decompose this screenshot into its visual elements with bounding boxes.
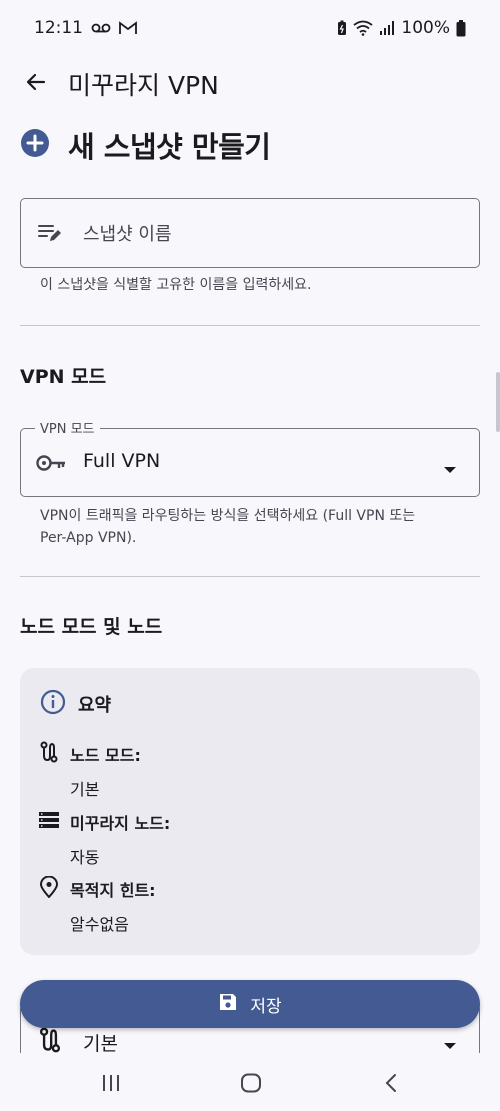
divider (20, 576, 480, 577)
route-icon (38, 741, 60, 767)
summary-row-node: 미꾸라지 노드: 자동 (38, 809, 170, 868)
vpn-mode-helper: VPN이 트래픽을 라우팅하는 방식을 선택하세요 (Full VPN 또는 P… (40, 505, 415, 549)
signal-icon (379, 20, 395, 36)
system-nav-bar (0, 1053, 500, 1111)
server-list-icon (38, 809, 60, 835)
vpn-mode-helper-line2: Per-App VPN). (40, 530, 137, 546)
summary-row-node-mode: 노드 모드: 기본 (38, 741, 141, 800)
key-icon (35, 451, 67, 479)
vpn-mode-helper-line1: VPN이 트래픽을 라우팅하는 방식을 선택하세요 (Full VPN 또는 (40, 508, 416, 524)
dropdown-arrow-icon (443, 459, 457, 478)
scrollbar[interactable] (496, 372, 500, 432)
snapshot-name-helper: 이 스냅샷을 식별할 고유한 이름을 입력하세요. (40, 277, 312, 293)
node-mode-value: 기본 (83, 1033, 118, 1055)
info-icon (40, 689, 66, 719)
recent-apps-icon[interactable] (96, 1071, 126, 1095)
status-bar: 12:11 100% (0, 0, 500, 56)
save-button-label: 저장 (250, 996, 282, 1017)
battery-percent: 100% (401, 18, 450, 38)
page-title: 새 스냅샷 만들기 (68, 130, 271, 164)
arrow-back-icon[interactable] (20, 66, 52, 98)
voicemail-icon (91, 22, 111, 34)
location-pin-icon (38, 875, 60, 902)
vpn-mode-field-label: VPN 모드 (35, 418, 100, 437)
summary-label: 미꾸라지 노드: (70, 814, 171, 833)
battery-icon (456, 19, 466, 37)
snapshot-name-field[interactable] (20, 198, 480, 268)
summary-value: 알수없음 (70, 915, 129, 934)
summary-label: 목적지 힌트: (70, 881, 156, 900)
save-icon (218, 992, 238, 1017)
node-section-title: 노드 모드 및 노드 (20, 616, 163, 638)
summary-row-destination: 목적지 힌트: 알수없음 (38, 875, 156, 935)
summary-card: 요약 노드 모드: 기본 미꾸라지 노드: 자동 목적지 힌트: 알수없음 (20, 668, 480, 955)
summary-value: 기본 (70, 780, 100, 799)
home-icon[interactable] (236, 1071, 266, 1095)
wifi-icon (353, 20, 373, 36)
vpn-mode-section-title: VPN 모드 (20, 366, 107, 388)
summary-value: 자동 (70, 848, 100, 867)
vpn-mode-dropdown[interactable]: VPN 모드 Full VPN (20, 418, 480, 497)
page-header: 새 스냅샷 만들기 (20, 124, 271, 166)
status-time: 12:11 (34, 18, 83, 38)
battery-saver-icon (337, 20, 347, 36)
save-button[interactable]: 저장 (20, 980, 480, 1028)
edit-note-icon (37, 222, 63, 248)
back-nav-icon[interactable] (376, 1071, 406, 1095)
app-title: 미꾸라지 VPN (68, 71, 219, 100)
add-circle-icon (20, 128, 50, 162)
dropdown-arrow-icon (443, 1035, 457, 1054)
divider (20, 325, 480, 326)
gmail-icon (119, 21, 137, 35)
summary-title: 요약 (78, 695, 112, 716)
summary-label: 노드 모드: (70, 746, 141, 765)
snapshot-name-input[interactable] (83, 218, 463, 250)
top-app-bar: 미꾸라지 VPN (0, 56, 500, 108)
vpn-mode-value: Full VPN (83, 450, 161, 472)
